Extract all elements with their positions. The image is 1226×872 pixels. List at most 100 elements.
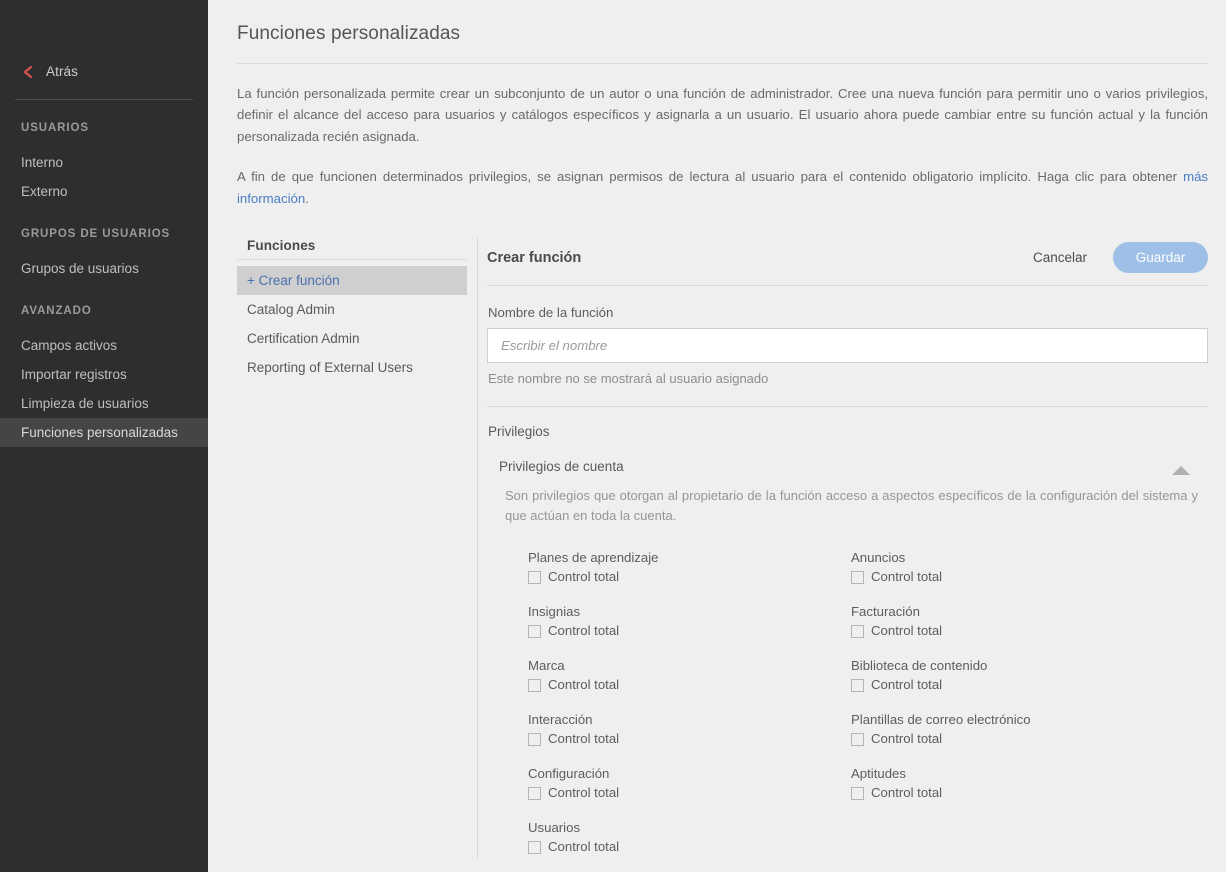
privilege-checkbox-row[interactable]: Control total — [851, 570, 1174, 584]
form-title: Crear función — [487, 250, 1031, 266]
intro-paragraph-2-before: A fin de que funcionen determinados priv… — [237, 169, 1183, 184]
privilege-name: Anuncios — [851, 550, 1174, 565]
privilege-name: Plantillas de correo electrónico — [851, 712, 1174, 727]
checkbox-control-total[interactable] — [851, 625, 864, 638]
checkbox-control-total[interactable] — [528, 625, 541, 638]
create-role-form: Crear función Cancelar Guardar Nombre de… — [478, 238, 1208, 858]
privilege-item: Interacción Control total — [528, 712, 851, 746]
sidebar-section-grupos-de-usuarios: GRUPOS DE USUARIOS Grupos de usuarios — [0, 228, 208, 283]
privilege-name: Configuración — [528, 766, 851, 781]
back-label: Atrás — [46, 64, 78, 79]
privilege-checkbox-row[interactable]: Control total — [851, 678, 1174, 692]
roles-panel-divider — [237, 259, 467, 260]
privilege-checkbox-row[interactable]: Control total — [528, 786, 851, 800]
privilege-name: Planes de aprendizaje — [528, 550, 851, 565]
roles-panel-title: Funciones — [237, 238, 467, 259]
privilege-item: Anuncios Control total — [851, 550, 1174, 584]
privilege-name: Insignias — [528, 604, 851, 619]
save-button[interactable]: Guardar — [1113, 242, 1208, 273]
privilege-group-title: Privilegios de cuenta — [499, 459, 1171, 474]
role-item-catalog-admin[interactable]: Catalog Admin — [237, 295, 467, 324]
checkbox-label: Control total — [548, 624, 619, 638]
back-button[interactable]: Atrás — [0, 56, 208, 86]
cancel-button[interactable]: Cancelar — [1031, 246, 1089, 269]
sidebar-item-externo[interactable]: Externo — [0, 177, 208, 206]
privilege-checkbox-row[interactable]: Control total — [851, 732, 1174, 746]
panels-container: Funciones + Crear función Catalog Admin … — [237, 238, 1208, 858]
privilege-item: Configuración Control total — [528, 766, 851, 800]
sidebar-section-title: USUARIOS — [0, 122, 208, 134]
checkbox-label: Control total — [548, 678, 619, 692]
privilege-item: Plantillas de correo electrónico Control… — [851, 712, 1174, 746]
sidebar-item-campos-activos[interactable]: Campos activos — [0, 331, 208, 360]
privilege-name: Marca — [528, 658, 851, 673]
main-content: Funciones personalizadas La función pers… — [208, 0, 1226, 872]
checkbox-control-total[interactable] — [851, 679, 864, 692]
form-header: Crear función Cancelar Guardar — [487, 238, 1208, 273]
sidebar-item-importar-registros[interactable]: Importar registros — [0, 360, 208, 389]
privilege-checkbox-row[interactable]: Control total — [851, 624, 1174, 638]
sidebar-section-title: GRUPOS DE USUARIOS — [0, 228, 208, 240]
privilege-checkbox-row[interactable]: Control total — [528, 678, 851, 692]
sidebar-item-limpieza-de-usuarios[interactable]: Limpieza de usuarios — [0, 389, 208, 418]
privilege-name: Aptitudes — [851, 766, 1174, 781]
checkbox-control-total[interactable] — [851, 733, 864, 746]
sidebar-item-grupos-de-usuarios[interactable]: Grupos de usuarios — [0, 254, 208, 283]
checkbox-control-total[interactable] — [528, 571, 541, 584]
sidebar: Atrás USUARIOS Interno Externo GRUPOS DE… — [0, 0, 208, 872]
intro-paragraph-2: A fin de que funcionen determinados priv… — [237, 166, 1208, 209]
sidebar-item-funciones-personalizadas[interactable]: Funciones personalizadas — [0, 418, 208, 447]
privilege-item: Insignias Control total — [528, 604, 851, 638]
checkbox-control-total[interactable] — [528, 787, 541, 800]
checkbox-label: Control total — [871, 678, 942, 692]
privileges-divider — [487, 406, 1208, 407]
privilege-name: Usuarios — [528, 820, 851, 835]
privilege-item: Usuarios Control total — [528, 820, 851, 854]
privilege-name: Biblioteca de contenido — [851, 658, 1174, 673]
sidebar-item-interno[interactable]: Interno — [0, 148, 208, 177]
privilege-item: Biblioteca de contenido Control total — [851, 658, 1174, 692]
role-name-label: Nombre de la función — [488, 305, 1208, 320]
privilege-name: Interacción — [528, 712, 851, 727]
page-title: Funciones personalizadas — [208, 13, 1226, 45]
checkbox-control-total[interactable] — [528, 841, 541, 854]
checkbox-control-total[interactable] — [528, 733, 541, 746]
role-name-input[interactable] — [487, 328, 1208, 363]
checkbox-label: Control total — [548, 732, 619, 746]
sidebar-divider — [15, 99, 193, 100]
sidebar-section-usuarios: USUARIOS Interno Externo — [0, 122, 208, 206]
checkbox-label: Control total — [548, 570, 619, 584]
intro-text: La función personalizada permite crear u… — [237, 83, 1208, 210]
checkbox-control-total[interactable] — [851, 571, 864, 584]
app-root: Atrás USUARIOS Interno Externo GRUPOS DE… — [0, 0, 1226, 872]
privilege-checkbox-row[interactable]: Control total — [528, 840, 851, 854]
privilege-checkbox-row[interactable]: Control total — [528, 624, 851, 638]
privilege-group-account: Privilegios de cuenta Son privilegios qu… — [487, 459, 1208, 854]
roles-panel: Funciones + Crear función Catalog Admin … — [237, 238, 477, 858]
checkbox-label: Control total — [871, 786, 942, 800]
sidebar-section-title: AVANZADO — [0, 305, 208, 317]
privilege-item: Marca Control total — [528, 658, 851, 692]
role-item-certification-admin[interactable]: Certification Admin — [237, 324, 467, 353]
checkbox-label: Control total — [871, 624, 942, 638]
intro-paragraph-1: La función personalizada permite crear u… — [237, 83, 1208, 148]
privilege-group-toggle[interactable]: Privilegios de cuenta — [499, 459, 1208, 475]
role-item-reporting-of-external-users[interactable]: Reporting of External Users — [237, 353, 467, 382]
checkbox-label: Control total — [871, 570, 942, 584]
privilege-checkbox-row[interactable]: Control total — [528, 570, 851, 584]
privilege-name: Facturación — [851, 604, 1174, 619]
checkbox-control-total[interactable] — [528, 679, 541, 692]
privilege-column-left: Planes de aprendizaje Control total Insi… — [528, 550, 851, 854]
checkbox-label: Control total — [548, 786, 619, 800]
privileges-heading: Privilegios — [488, 424, 1208, 439]
checkbox-control-total[interactable] — [851, 787, 864, 800]
role-name-hint: Este nombre no se mostrará al usuario as… — [488, 371, 1208, 386]
form-header-divider — [487, 285, 1208, 286]
role-item-crear-funcion[interactable]: + Crear función — [237, 266, 467, 295]
privilege-checkbox-row[interactable]: Control total — [528, 732, 851, 746]
sidebar-section-avanzado: AVANZADO Campos activos Importar registr… — [0, 305, 208, 447]
checkbox-label: Control total — [871, 732, 942, 746]
privilege-checkbox-row[interactable]: Control total — [851, 786, 1174, 800]
privilege-group-description: Son privilegios que otorgan al propietar… — [505, 486, 1198, 526]
checkbox-label: Control total — [548, 840, 619, 854]
